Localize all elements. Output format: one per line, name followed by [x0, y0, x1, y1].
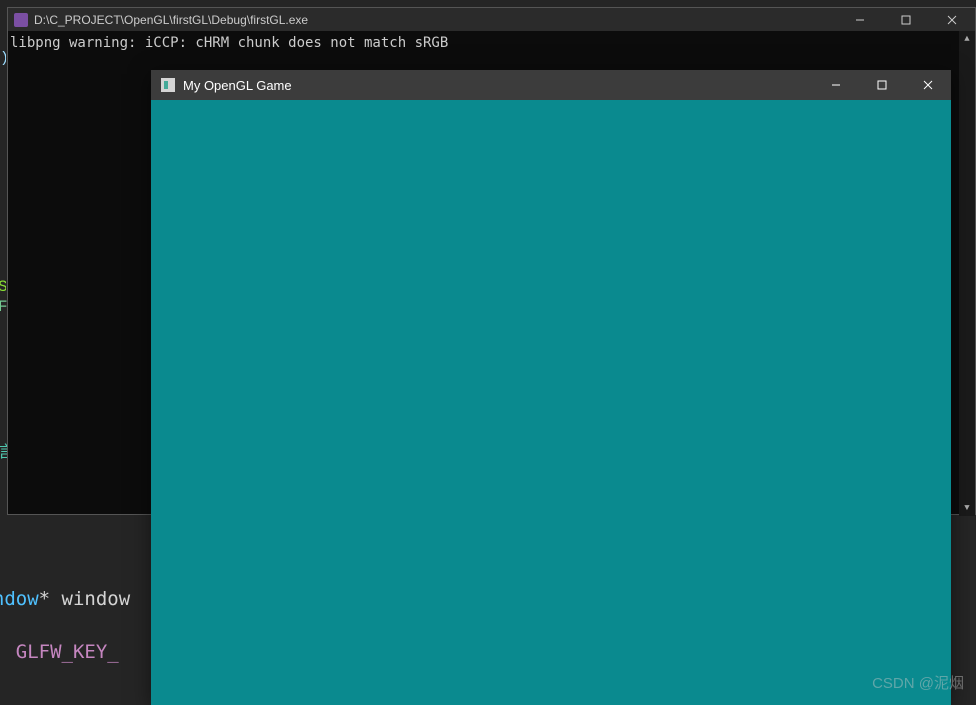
opengl-canvas[interactable] [151, 100, 951, 705]
console-line: libpng warning: iCCP: cHRM chunk does no… [10, 35, 448, 51]
opengl-title: My OpenGL Game [183, 78, 292, 93]
minimize-button[interactable] [837, 8, 883, 31]
maximize-icon [877, 80, 887, 90]
opengl-titlebar[interactable]: My OpenGL Game [151, 70, 951, 100]
close-icon [923, 80, 933, 90]
code-var-token: window [62, 588, 131, 610]
console-scrollbar[interactable]: ▲ ▼ [959, 31, 975, 516]
close-button[interactable] [905, 70, 951, 100]
app-icon [14, 13, 28, 27]
minimize-icon [855, 15, 865, 25]
opengl-window-controls [813, 70, 951, 100]
scroll-down-arrow-icon[interactable]: ▼ [959, 500, 975, 516]
minimize-button[interactable] [813, 70, 859, 100]
close-button[interactable] [929, 8, 975, 31]
code-fragment: ) [0, 50, 6, 70]
maximize-button[interactable] [859, 70, 905, 100]
console-output[interactable]: libpng warning: iCCP: cHRM chunk does no… [8, 31, 975, 55]
console-window-controls [837, 8, 975, 31]
maximize-icon [901, 15, 911, 25]
code-const-token: GLFW_KEY_ [16, 641, 119, 663]
code-type-token: window [0, 588, 39, 610]
console-titlebar[interactable]: D:\C_PROJECT\OpenGL\firstGL\Debug\firstG… [8, 8, 975, 31]
minimize-icon [831, 80, 841, 90]
code-text: ow, [0, 641, 4, 663]
scroll-up-arrow-icon[interactable]: ▲ [959, 31, 975, 47]
watermark: CSDN @泥烟 [872, 672, 964, 693]
code-pointer-token: * [39, 588, 50, 610]
opengl-window: My OpenGL Game [151, 70, 951, 705]
code-line: ow, GLFW_KEY_ [0, 641, 119, 663]
maximize-button[interactable] [883, 8, 929, 31]
console-title: D:\C_PROJECT\OpenGL\firstGL\Debug\firstG… [34, 13, 308, 27]
code-fragment: S [0, 278, 6, 296]
app-icon [161, 78, 175, 92]
code-line: window* window [0, 588, 130, 610]
close-icon [947, 15, 957, 25]
